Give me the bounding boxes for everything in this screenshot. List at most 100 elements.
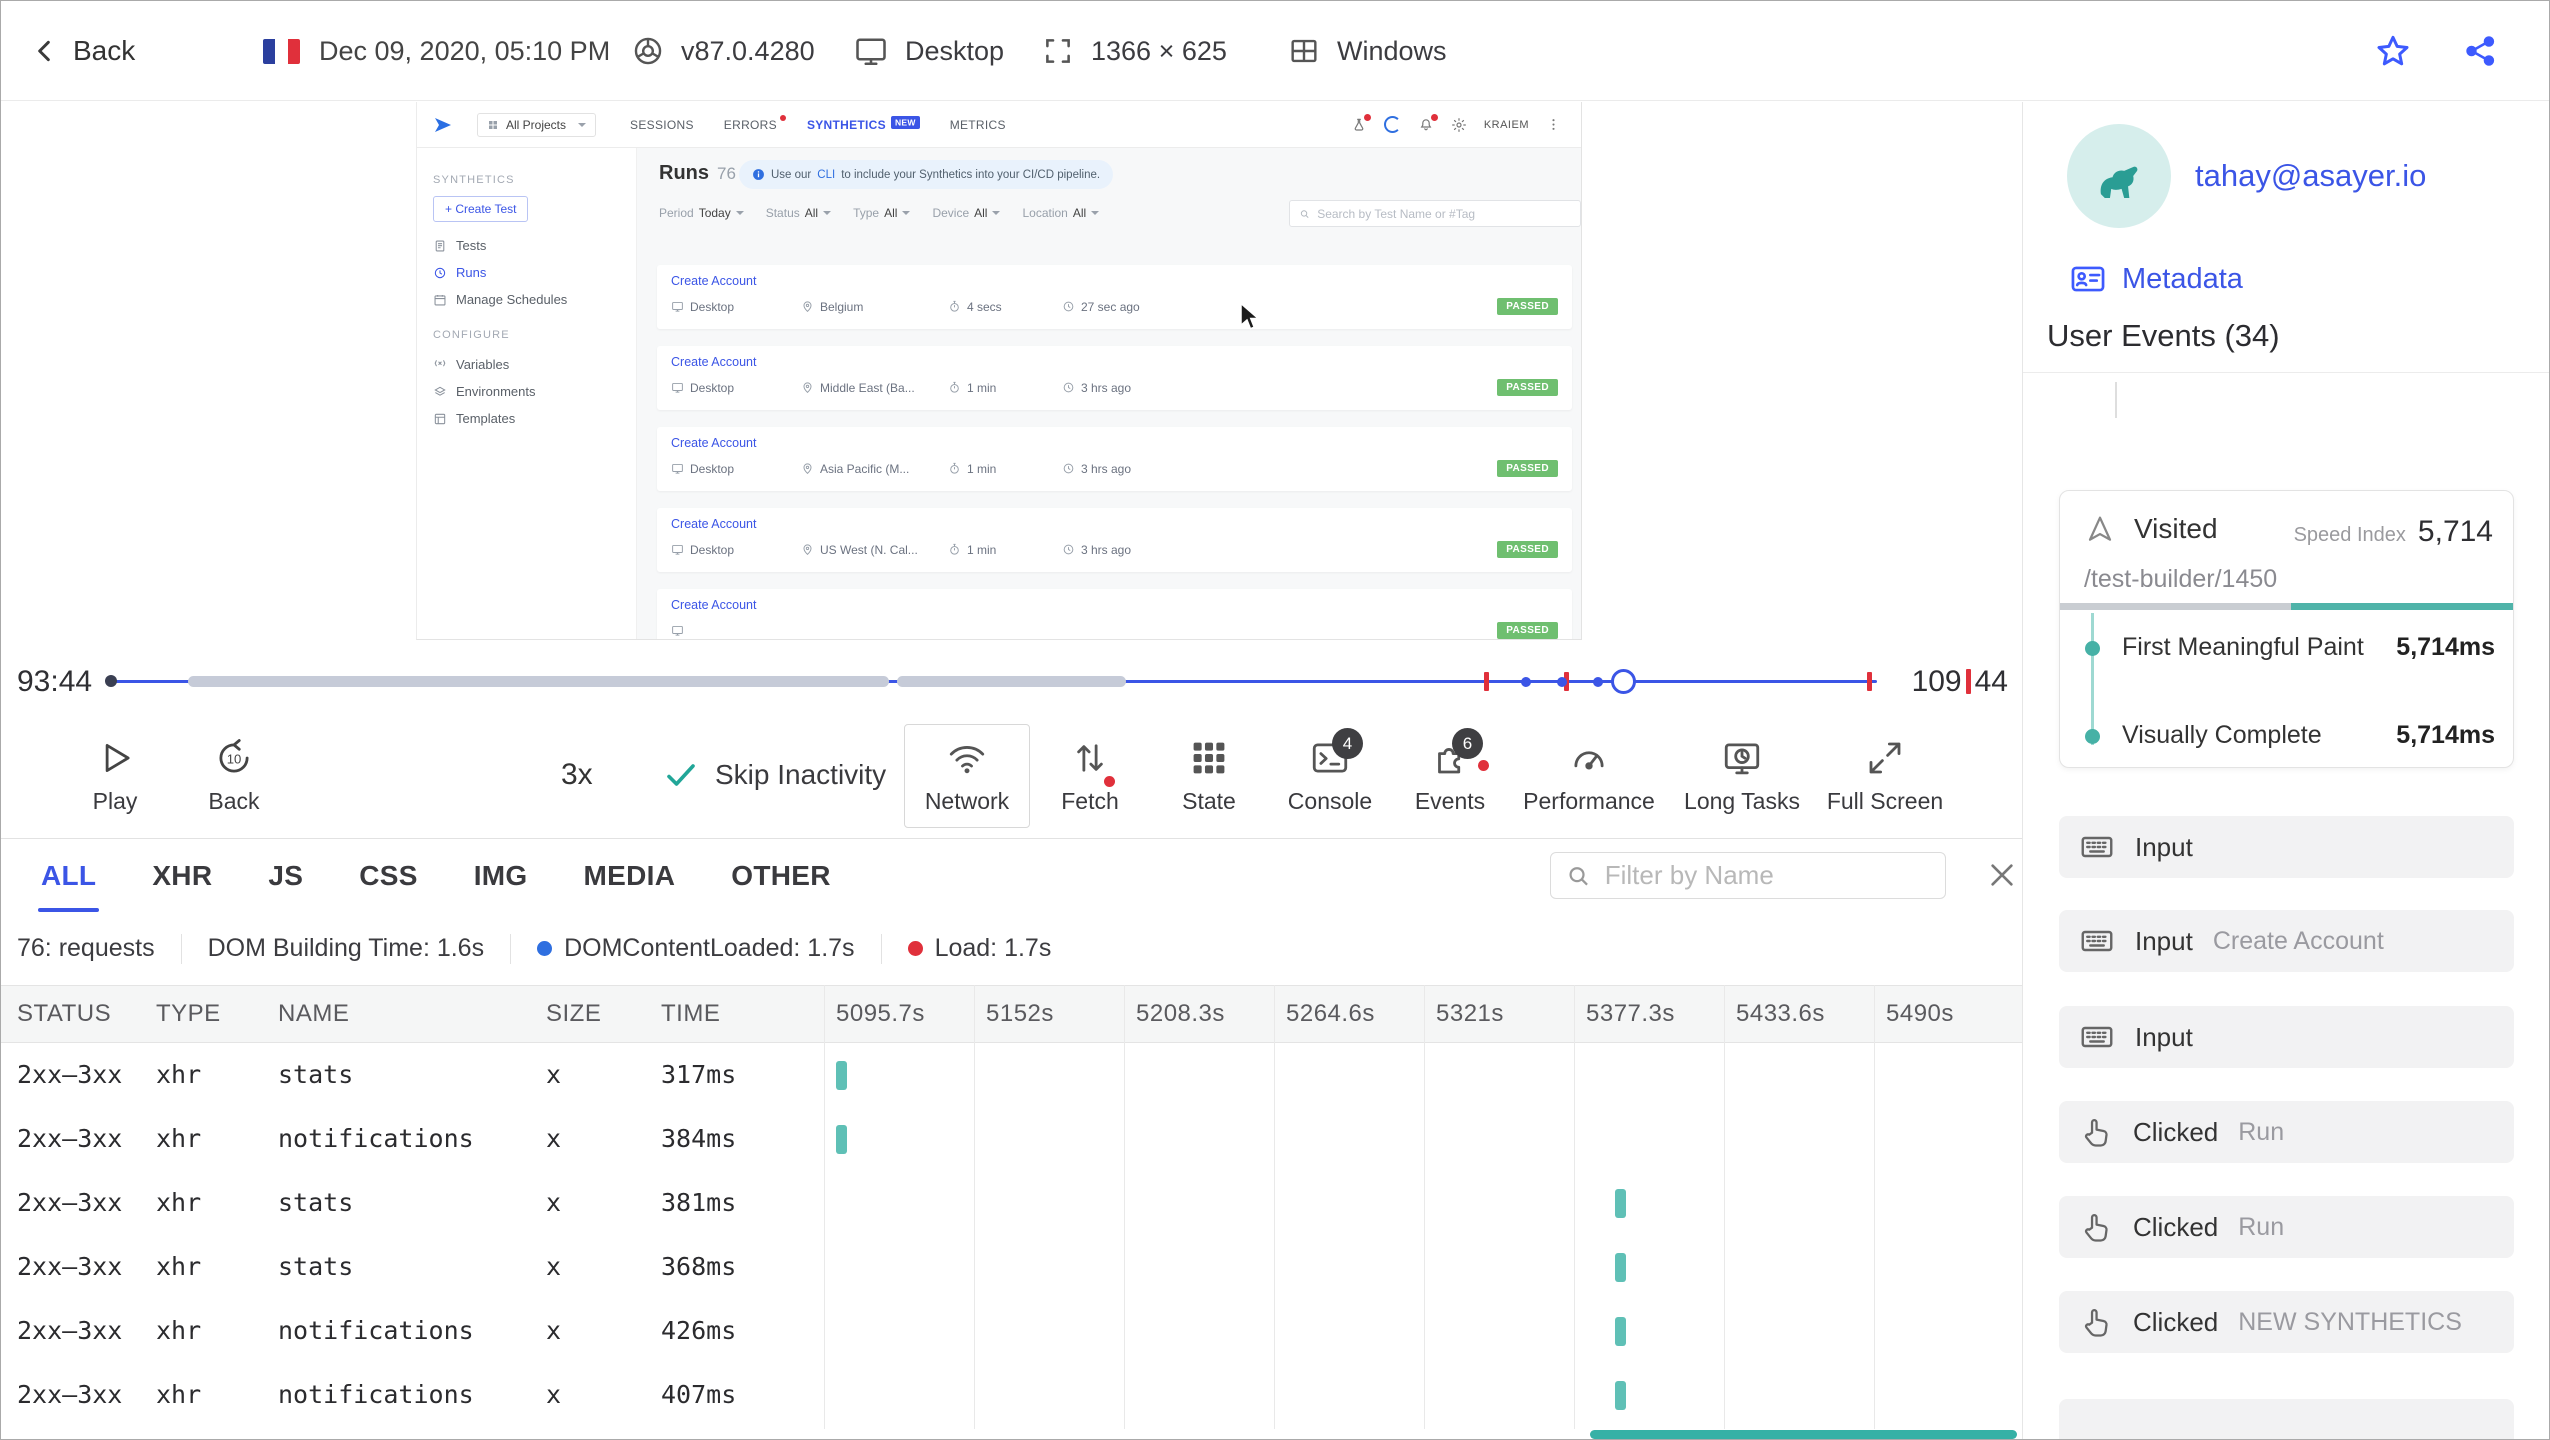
state-tool-button[interactable]: State — [1144, 724, 1274, 828]
request-timing-bar — [1614, 1189, 1626, 1218]
fetch-tool-button[interactable]: Fetch — [1025, 724, 1155, 828]
partial-event-card[interactable] — [2059, 1399, 2514, 1439]
windows-icon — [1287, 34, 1321, 68]
replay-viewport[interactable]: All Projects SESSIONS ERRORS SYNTHETICS N… — [1, 102, 2022, 653]
screen-size-icon — [1041, 34, 1075, 68]
event-type: Clicked — [2133, 1306, 2219, 1337]
input-event-card[interactable]: Input — [2059, 1006, 2514, 1068]
notification-red-dot — [1363, 113, 1371, 121]
tab-css[interactable]: CSS — [359, 839, 417, 912]
test-search-box — [1289, 200, 1581, 227]
tab-js[interactable]: JS — [268, 839, 303, 912]
network-icon — [949, 746, 985, 774]
tab-xhr[interactable]: XHR — [152, 839, 212, 912]
monitor-icon — [672, 625, 683, 636]
metadata-button[interactable]: Metadata — [2069, 260, 2243, 298]
asayer-logo-icon — [431, 113, 455, 137]
request-type: xhr — [156, 1316, 202, 1345]
timeline-start-dot — [105, 675, 117, 687]
project-selector-label: All Projects — [506, 117, 567, 132]
divider — [180, 933, 182, 964]
check-icon — [667, 763, 695, 786]
playhead[interactable] — [1611, 669, 1636, 694]
request-type: xhr — [156, 1188, 202, 1217]
long-tasks-tool-button[interactable]: Long Tasks — [1677, 724, 1807, 828]
input-event-card[interactable]: Input — [2059, 816, 2514, 878]
clicked-event-card[interactable]: Clicked NEW SYNTHETICS — [2059, 1291, 2514, 1353]
tab-other[interactable]: OTHER — [731, 839, 831, 912]
back-button[interactable]: Back — [29, 1, 135, 101]
project-selector: All Projects — [477, 112, 597, 137]
chevron-down-icon — [1091, 211, 1100, 219]
request-size: x — [546, 1316, 562, 1345]
network-request-row[interactable]: 2xx–3xx xhr stats x 317ms — [1, 1043, 2022, 1107]
tab-img[interactable]: IMG — [474, 839, 528, 912]
network-filter-input[interactable] — [1604, 860, 1931, 891]
time-column-label: 5152s — [986, 1000, 1054, 1027]
loading-spinner-icon — [1383, 116, 1401, 133]
runs-filters: Period Today Status All Type All Device All … — [659, 206, 1100, 220]
network-request-row[interactable]: 2xx–3xx xhr notifications x 426ms — [1, 1299, 2022, 1363]
network-request-row[interactable]: 2xx–3xx xhr stats x 368ms — [1, 1235, 2022, 1299]
skip-inactivity-toggle[interactable]: Skip Inactivity — [663, 710, 886, 839]
load-progress-bar — [2060, 603, 2513, 610]
time-column-label: 5208.3s — [1136, 1000, 1225, 1027]
events-tool-button[interactable]: 6 Events — [1385, 724, 1515, 828]
back-10-button[interactable]: 10 Back — [169, 724, 299, 828]
share-button[interactable] — [2462, 1, 2500, 101]
sidebar-item-manage-schedules: Manage Schedules — [417, 286, 636, 313]
input-event-card[interactable]: Input Create Account — [2059, 910, 2514, 972]
clicked-event-card[interactable]: Clicked Run — [2059, 1101, 2514, 1163]
divider — [2023, 372, 2549, 373]
top-bar: Back Dec 09, 2020, 05:10 PM v87.0.4280 D… — [1, 1, 2549, 101]
request-size: x — [546, 1188, 562, 1217]
metric-label: Visually Complete — [2122, 721, 2322, 749]
request-name: stats — [278, 1188, 354, 1217]
play-button[interactable]: Play — [50, 724, 180, 828]
request-time: 368ms — [661, 1252, 737, 1281]
back-label: Back — [73, 35, 136, 66]
speed-toggle[interactable]: 3x — [561, 710, 593, 839]
network-tool-button[interactable]: Network — [904, 724, 1030, 828]
current-time: 93:44 — [17, 665, 93, 698]
filter-status: Status All — [766, 206, 832, 220]
horizontal-scrollbar-thumb[interactable] — [1590, 1430, 2017, 1439]
col-time: TIME — [661, 1000, 721, 1027]
console-tool-button[interactable]: 4 Console — [1265, 724, 1395, 828]
keyboard-icon — [2081, 930, 2113, 952]
id-card-icon — [2071, 266, 2105, 292]
star-icon — [2373, 31, 2413, 71]
performance-tool-button[interactable]: Performance — [1523, 724, 1655, 828]
network-request-row[interactable]: 2xx–3xx xhr notifications x 407ms — [1, 1363, 2022, 1427]
visited-event-card[interactable]: Visited Speed Index 5,714 /test-builder/… — [2059, 490, 2514, 768]
divider — [510, 933, 512, 964]
events-count-badge: 6 — [1452, 728, 1483, 759]
resolution-label: 1366 × 625 — [1091, 35, 1227, 66]
kebab-menu-icon — [1546, 117, 1561, 132]
run-group-card: Create Account Desktop Belgium 4 secs 27… — [657, 265, 1572, 329]
request-type: xhr — [156, 1380, 202, 1409]
event-type: Clicked — [2133, 1211, 2219, 1242]
request-type: xhr — [156, 1252, 202, 1281]
request-timing-bar — [1614, 1317, 1626, 1346]
player-timeline[interactable]: 93:44 109 44 — [1, 653, 2022, 710]
os-label: Windows — [1337, 35, 1447, 66]
close-panel-button[interactable] — [1986, 859, 2018, 891]
timer-icon — [950, 381, 959, 393]
request-timing-bar — [835, 1061, 847, 1090]
tab-media[interactable]: MEDIA — [584, 839, 676, 912]
favorite-star-button[interactable] — [2373, 1, 2413, 101]
fetch-icon — [1077, 744, 1103, 772]
clicked-event-card[interactable]: Clicked Run — [2059, 1196, 2514, 1258]
timeline-event-dot — [1593, 677, 1603, 687]
template-icon — [434, 413, 446, 424]
visited-path: /test-builder/1450 — [2084, 565, 2278, 593]
location-pin-icon — [803, 463, 812, 475]
time-column-label: 5377.3s — [1586, 1000, 1675, 1027]
network-request-row[interactable]: 2xx–3xx xhr notifications x 384ms — [1, 1107, 2022, 1171]
tab-all[interactable]: ALL — [37, 839, 100, 912]
network-name-filter[interactable] — [1550, 852, 1946, 899]
request-name: notifications — [278, 1380, 474, 1409]
network-request-row[interactable]: 2xx–3xx xhr stats x 381ms — [1, 1171, 2022, 1235]
full-screen-button[interactable]: Full Screen — [1820, 724, 1950, 828]
